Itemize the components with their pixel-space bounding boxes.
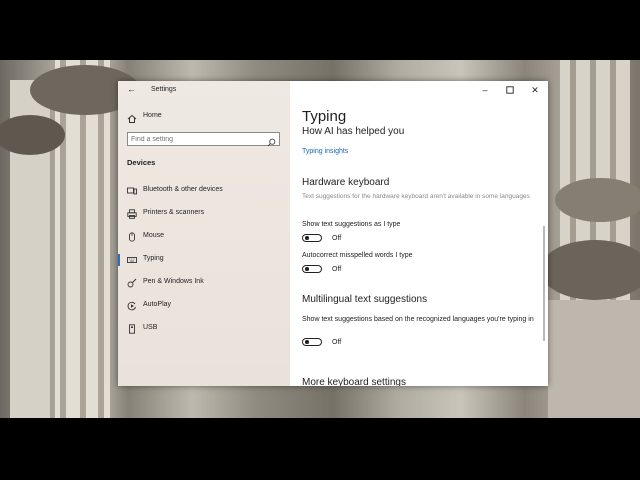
sidebar-item-label: Pen & Windows Ink bbox=[143, 278, 204, 285]
sidebar-item-bluetooth[interactable]: Bluetooth & other devices bbox=[118, 182, 290, 200]
sidebar-item-mouse[interactable]: Mouse bbox=[118, 228, 290, 246]
toggle-knob bbox=[305, 236, 309, 240]
show-suggestions-label: Show text suggestions as I type bbox=[302, 221, 401, 228]
section-heading-ai: How AI has helped you bbox=[302, 126, 405, 137]
close-icon[interactable]: ✕ bbox=[528, 84, 542, 96]
home-icon bbox=[127, 111, 137, 123]
sidebar-item-typing[interactable]: Typing bbox=[118, 251, 290, 269]
sidebar-item-usb[interactable]: USB bbox=[118, 320, 290, 338]
printer-icon bbox=[127, 209, 137, 219]
search-icon[interactable] bbox=[267, 134, 276, 147]
usb-icon bbox=[127, 324, 137, 334]
sidebar-item-autoplay[interactable]: AutoPlay bbox=[118, 297, 290, 315]
search-input[interactable] bbox=[131, 133, 256, 145]
section-heading-multilingual: Multilingual text suggestions bbox=[302, 294, 428, 305]
multilingual-label: Show text suggestions based on the recog… bbox=[302, 316, 534, 323]
toggle-knob bbox=[305, 340, 309, 344]
page-title: Typing bbox=[302, 108, 347, 125]
sidebar-home[interactable]: Home bbox=[118, 109, 290, 125]
maximize-icon[interactable] bbox=[503, 84, 517, 96]
sidebar-item-label: Mouse bbox=[143, 232, 165, 239]
autocorrect-toggle[interactable] bbox=[302, 265, 322, 273]
back-arrow-icon[interactable]: ← bbox=[127, 84, 136, 94]
hardware-note: Text suggestions for the hardware keyboa… bbox=[302, 193, 530, 200]
section-heading-devices: Devices bbox=[127, 158, 156, 167]
pen-icon bbox=[127, 278, 137, 288]
section-heading-hardware: Hardware keyboard bbox=[302, 177, 390, 188]
keyboard-icon bbox=[127, 255, 137, 265]
autoplay-icon bbox=[127, 301, 137, 311]
autocorrect-label: Autocorrect misspelled words I type bbox=[302, 252, 413, 259]
home-label: Home bbox=[143, 112, 162, 119]
selection-indicator bbox=[118, 254, 120, 266]
bluetooth-icon bbox=[127, 186, 137, 196]
settings-window: ← Settings Home Devices Bluetooth & othe… bbox=[118, 81, 548, 386]
section-heading-more-keyboard: More keyboard settings bbox=[302, 377, 406, 386]
window-title: Settings bbox=[151, 86, 177, 93]
search-box[interactable] bbox=[127, 132, 280, 147]
mouse-icon bbox=[127, 232, 137, 242]
sidebar-item-label: USB bbox=[143, 324, 158, 331]
letterbox-bottom bbox=[0, 418, 640, 480]
sidebar-item-printers[interactable]: Printers & scanners bbox=[118, 205, 290, 223]
autocorrect-state: Off bbox=[332, 266, 342, 273]
show-suggestions-toggle[interactable] bbox=[302, 234, 322, 242]
sidebar-item-pen[interactable]: Pen & Windows Ink bbox=[118, 274, 290, 292]
minimize-icon[interactable]: – bbox=[478, 84, 492, 96]
toggle-knob bbox=[305, 267, 309, 271]
sidebar: ← Settings Home Devices Bluetooth & othe… bbox=[118, 81, 290, 386]
multilingual-state: Off bbox=[332, 339, 342, 346]
content-pane: – ✕ Typing How AI has helped you Typing … bbox=[290, 81, 548, 386]
letterbox-top bbox=[0, 0, 640, 60]
sidebar-item-label: Bluetooth & other devices bbox=[143, 186, 223, 193]
sidebar-item-label: AutoPlay bbox=[143, 301, 172, 308]
sidebar-item-label: Printers & scanners bbox=[143, 209, 205, 216]
scrollbar[interactable] bbox=[543, 226, 545, 341]
show-suggestions-state: Off bbox=[332, 235, 342, 242]
typing-insights-link[interactable]: Typing insights bbox=[302, 148, 348, 155]
multilingual-toggle[interactable] bbox=[302, 338, 322, 346]
sidebar-item-label: Typing bbox=[143, 255, 164, 262]
